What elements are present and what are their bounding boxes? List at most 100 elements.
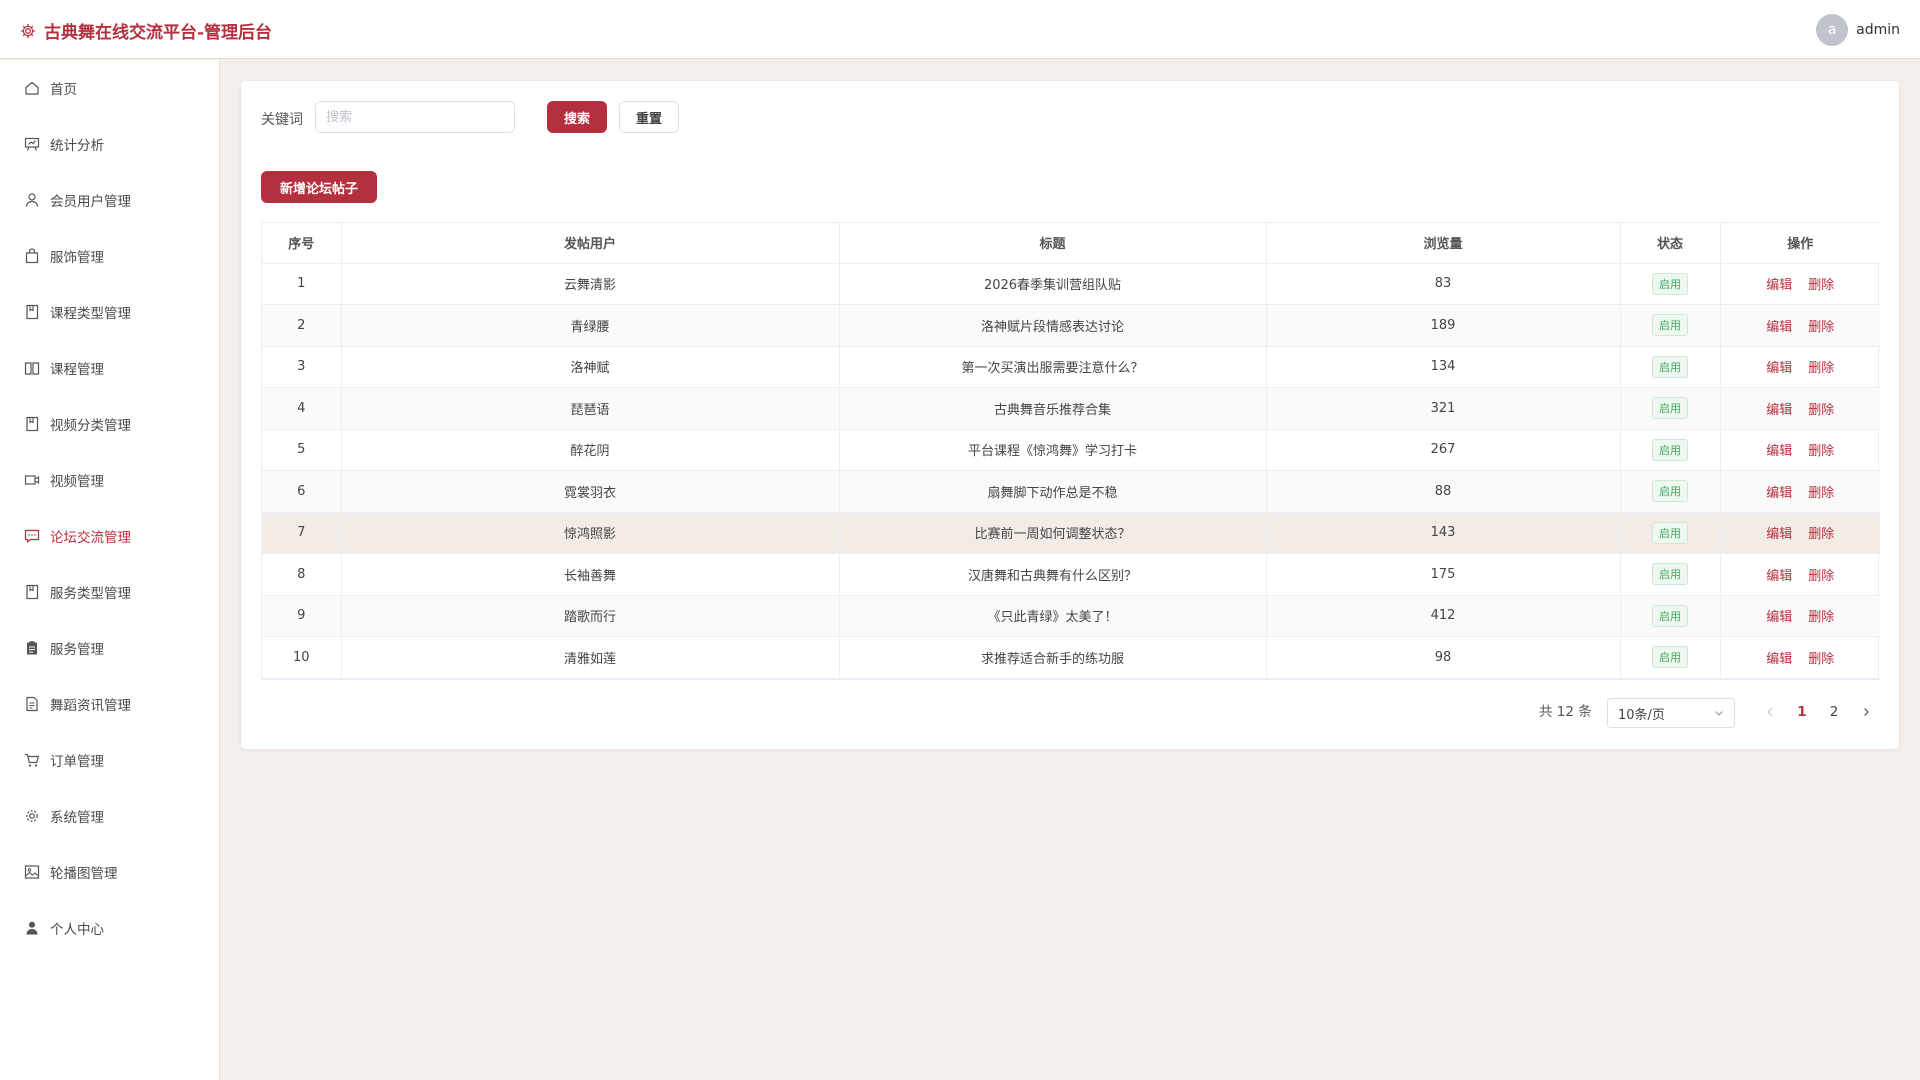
sidebar-item-courses[interactable]: 课程管理 — [0, 344, 219, 392]
column-header-views[interactable]: 浏览量 — [1266, 223, 1621, 264]
sidebar-item-system[interactable]: 系统管理 — [0, 792, 219, 840]
cell-user: 琵琶语 — [341, 387, 840, 430]
table-row[interactable]: 8 长袖善舞 汉唐舞和古典舞有什么区别？ 175 启用 编辑 删除 — [262, 553, 1880, 596]
sidebar-item-label: 服饰管理 — [50, 250, 104, 266]
delete-link[interactable]: 删除 — [1808, 569, 1834, 584]
cell-no: 3 — [262, 346, 342, 388]
chevron-right-icon — [1864, 708, 1869, 716]
table-row[interactable]: 1 云舞清影 2026春季集训营组队贴 83 启用 编辑 删除 — [262, 263, 1880, 305]
sidebar-item-home[interactable]: 首页 — [0, 64, 219, 112]
table-row[interactable]: 9 踏歌而行 《只此青绿》太美了！ 412 启用 编辑 删除 — [262, 595, 1880, 637]
cell-no: 6 — [262, 470, 342, 513]
cell-status: 启用 — [1620, 553, 1721, 596]
table-row[interactable]: 2 青绿腰 洛神赋片段情感表达讨论 189 启用 编辑 删除 — [262, 304, 1880, 347]
user-name[interactable]: admin — [1856, 22, 1900, 38]
sidebar-item-label: 会员用户管理 — [50, 194, 131, 210]
picture-icon — [24, 865, 40, 879]
cell-status: 启用 — [1620, 304, 1721, 347]
column-header-no[interactable]: 序号 — [262, 223, 342, 264]
sidebar-item-label: 服务管理 — [50, 642, 104, 658]
edit-link[interactable]: 编辑 — [1766, 610, 1792, 625]
cell-no: 8 — [262, 553, 342, 596]
status-badge: 启用 — [1652, 272, 1688, 295]
user-menu[interactable]: a admin — [1816, 14, 1900, 46]
cell-user: 醉花阴 — [341, 429, 840, 471]
edit-link[interactable]: 编辑 — [1766, 320, 1792, 335]
edit-link[interactable]: 编辑 — [1766, 527, 1792, 542]
app-logo: 古典舞在线交流平台-管理后台 — [20, 18, 272, 43]
search-input[interactable] — [315, 101, 515, 133]
cell-user: 霓裳羽衣 — [341, 470, 840, 513]
chat-icon — [24, 529, 40, 543]
edit-link[interactable]: 编辑 — [1766, 278, 1792, 293]
delete-link[interactable]: 删除 — [1808, 527, 1834, 542]
search-button[interactable]: 搜索 — [547, 101, 607, 133]
cell-status: 启用 — [1620, 346, 1721, 388]
delete-link[interactable]: 删除 — [1808, 486, 1834, 501]
table-row[interactable]: 7 惊鸿照影 比赛前一周如何调整状态？ 143 启用 编辑 删除 — [262, 512, 1880, 554]
sidebar-item-carousel[interactable]: 轮播图管理 — [0, 848, 219, 896]
cell-status: 启用 — [1620, 263, 1721, 305]
edit-link[interactable]: 编辑 — [1766, 403, 1792, 418]
sidebar-item-video-categories[interactable]: 视频分类管理 — [0, 400, 219, 448]
avatar[interactable]: a — [1816, 14, 1849, 46]
edit-link[interactable]: 编辑 — [1766, 569, 1792, 584]
cell-status: 启用 — [1620, 636, 1721, 679]
table-row[interactable]: 10 清雅如莲 求推荐适合新手的练功服 98 启用 编辑 删除 — [262, 636, 1880, 679]
sidebar-item-members[interactable]: 会员用户管理 — [0, 176, 219, 224]
column-header-status[interactable]: 状态 — [1620, 223, 1721, 264]
sidebar-item-label: 统计分析 — [50, 138, 104, 154]
delete-link[interactable]: 删除 — [1808, 652, 1834, 667]
sidebar-item-service-types[interactable]: 服务类型管理 — [0, 568, 219, 616]
cell-user: 青绿腰 — [341, 304, 840, 347]
sidebar-item-orders[interactable]: 订单管理 — [0, 736, 219, 784]
edit-link[interactable]: 编辑 — [1766, 486, 1792, 501]
page-button-1[interactable]: 1 — [1789, 697, 1815, 727]
cell-views: 143 — [1266, 512, 1621, 554]
clipboard-icon — [27, 641, 37, 655]
cell-actions: 编辑 删除 — [1720, 346, 1880, 388]
column-header-user[interactable]: 发帖用户 — [341, 223, 840, 264]
edit-link[interactable]: 编辑 — [1766, 652, 1792, 667]
column-header-title[interactable]: 标题 — [839, 223, 1267, 264]
edit-link[interactable]: 编辑 — [1766, 361, 1792, 376]
delete-link[interactable]: 删除 — [1808, 278, 1834, 293]
cell-status: 启用 — [1620, 595, 1721, 637]
sidebar-item-profile[interactable]: 个人中心 — [0, 904, 219, 952]
sidebar-item-statistics[interactable]: 统计分析 — [0, 120, 219, 168]
cell-actions: 编辑 删除 — [1720, 595, 1880, 637]
table-row[interactable]: 5 醉花阴 平台课程《惊鸿舞》学习打卡 267 启用 编辑 删除 — [262, 429, 1880, 471]
next-page-button[interactable] — [1853, 697, 1879, 727]
prev-page-button[interactable] — [1757, 697, 1783, 727]
sidebar-item-forum[interactable]: 论坛交流管理 — [0, 512, 219, 560]
add-post-button[interactable]: 新增论坛帖子 — [261, 171, 377, 203]
sidebar-item-dance-news[interactable]: 舞蹈资讯管理 — [0, 680, 219, 728]
user-icon — [25, 193, 39, 207]
sidebar-item-services[interactable]: 服务管理 — [0, 624, 219, 672]
sidebar-item-costumes[interactable]: 服饰管理 — [0, 232, 219, 280]
sidebar: 首页 统计分析 会员用户管理 服饰管理 课程类型管理 课程管理 视频分类管理 视… — [0, 60, 220, 1080]
cell-views: 88 — [1266, 470, 1621, 513]
reset-button[interactable]: 重置 — [619, 101, 679, 133]
delete-link[interactable]: 删除 — [1808, 361, 1834, 376]
table-row[interactable]: 4 琵琶语 古典舞音乐推荐合集 321 启用 编辑 删除 — [262, 387, 1880, 430]
table-row[interactable]: 6 霓裳羽衣 扇舞脚下动作总是不稳 88 启用 编辑 删除 — [262, 470, 1880, 513]
delete-link[interactable]: 删除 — [1808, 403, 1834, 418]
edit-link[interactable]: 编辑 — [1766, 444, 1792, 459]
table-row[interactable]: 3 洛神赋 第一次买演出服需要注意什么？ 134 启用 编辑 删除 — [262, 346, 1880, 388]
delete-link[interactable]: 删除 — [1808, 320, 1834, 335]
cell-title: 古典舞音乐推荐合集 — [839, 387, 1267, 430]
app-title: 古典舞在线交流平台-管理后台 — [44, 23, 273, 43]
sidebar-item-label: 订单管理 — [50, 754, 104, 770]
page-size-select[interactable]: 10条/页 — [1607, 698, 1735, 728]
cell-actions: 编辑 删除 — [1720, 512, 1880, 554]
delete-link[interactable]: 删除 — [1808, 610, 1834, 625]
sidebar-item-course-types[interactable]: 课程类型管理 — [0, 288, 219, 336]
sidebar-item-label: 舞蹈资讯管理 — [50, 698, 131, 714]
page-button-2[interactable]: 2 — [1821, 697, 1847, 727]
cell-actions: 编辑 删除 — [1720, 304, 1880, 347]
status-badge: 启用 — [1652, 397, 1688, 420]
status-badge: 启用 — [1652, 480, 1688, 503]
sidebar-item-videos[interactable]: 视频管理 — [0, 456, 219, 504]
delete-link[interactable]: 删除 — [1808, 444, 1834, 459]
